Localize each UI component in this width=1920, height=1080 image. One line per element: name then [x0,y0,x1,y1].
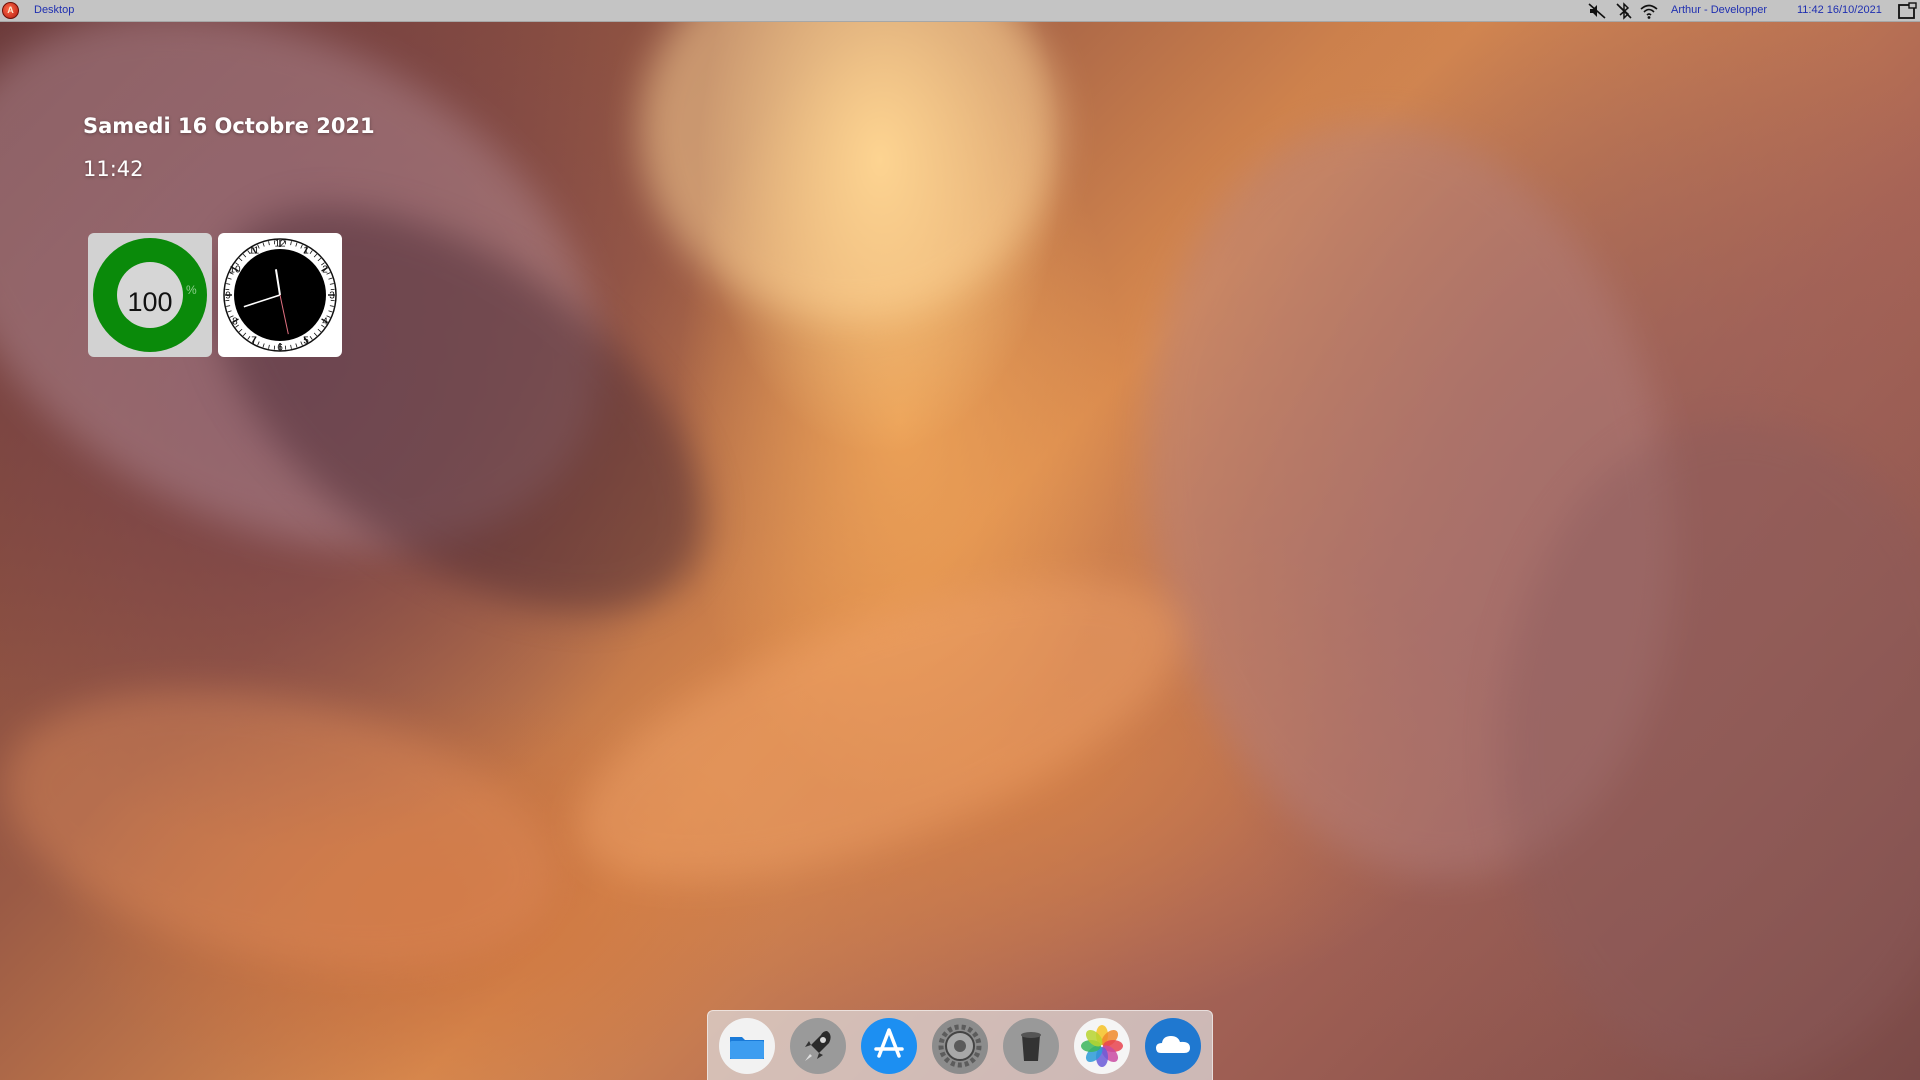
clock-number: 8 [232,317,238,328]
active-app-name[interactable]: Desktop [34,4,74,16]
dock-settings[interactable] [931,1017,989,1075]
dock-app-store[interactable] [860,1017,918,1075]
battery-widget[interactable]: 100 % [88,233,212,357]
sound-muted-icon[interactable] [1587,2,1607,20]
app-logo-icon[interactable]: A [2,2,19,19]
dock-finder[interactable] [718,1017,776,1075]
clock-number: 9 [225,291,231,302]
folder-icon [719,1018,775,1074]
trash-icon [1003,1018,1059,1074]
dock-trash[interactable] [1002,1017,1060,1075]
clock-number: 2 [322,265,328,276]
gear-icon [932,1018,988,1074]
bluetooth-off-icon[interactable] [1614,2,1634,20]
analog-clock-face: 121234567891011 [223,238,337,354]
dock-launchpad[interactable] [789,1017,847,1075]
cloud-icon [1145,1018,1201,1074]
clock-number: 7 [251,336,257,347]
dock-photos[interactable] [1073,1017,1131,1075]
user-name[interactable]: Arthur - Developper [1671,4,1767,16]
clock-number: 12 [274,239,286,250]
wifi-icon[interactable] [1639,2,1659,20]
analog-clock-widget[interactable]: 12 1 2 3 4 5 6 7 8 9 10 11 [218,233,342,357]
rocket-icon [790,1018,846,1074]
battery-percent-unit: % [186,283,197,297]
desktop-time: 11:42 [83,157,144,181]
photos-icon [1074,1018,1130,1074]
top-menu-bar: A Desktop Arthur - Developper 11:42 16/1… [0,0,1920,22]
desktop-date: Samedi 16 Octobre 2021 [83,114,375,138]
dock [707,1010,1213,1080]
clock-number: 3 [329,291,335,302]
clock-number: 11 [249,245,260,256]
clock-number: 5 [303,336,309,347]
clock-number: 10 [229,265,241,276]
clock-number: 4 [322,317,328,328]
menubar-clock[interactable]: 11:42 16/10/2021 [1797,4,1882,16]
clock-number: 6 [277,343,283,354]
window-icon[interactable] [1897,2,1917,20]
desktop-wallpaper [0,0,1920,1080]
dock-cloud[interactable] [1144,1017,1202,1075]
app-store-icon [861,1018,917,1074]
clock-number: 1 [303,245,309,256]
